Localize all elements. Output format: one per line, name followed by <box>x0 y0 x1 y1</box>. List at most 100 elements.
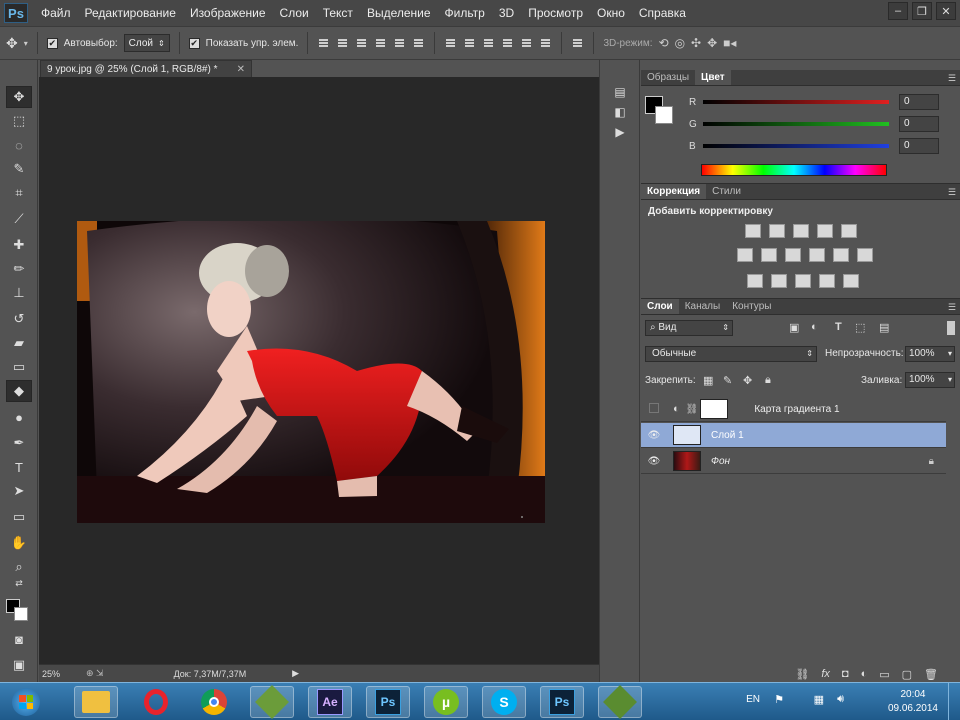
3d-roll-icon[interactable]: ◎ <box>675 36 685 50</box>
tab-adjustments[interactable]: Коррекция <box>641 184 707 199</box>
green-app-icon[interactable] <box>250 685 294 719</box>
layer-row[interactable]: ◐ ⛓ Карта градиента 1 <box>641 397 946 422</box>
system-clock[interactable]: 20:04 09.06.2014 <box>888 688 938 716</box>
menu-filter[interactable]: Фильтр <box>438 0 492 26</box>
trash-icon[interactable]: 🗑︎ <box>924 668 938 681</box>
gradient-map-icon[interactable] <box>819 274 835 288</box>
history-panel-icon[interactable]: ▤ <box>608 82 632 102</box>
new-layer-icon[interactable]: ▢ <box>902 668 912 681</box>
new-group-icon[interactable]: ▭ <box>879 668 889 681</box>
lock-all-icon[interactable]: 🔒︎ <box>765 374 771 387</box>
filter-smart-object-icon[interactable]: ▤ <box>879 321 889 334</box>
panel-menu-icon[interactable]: ☰ <box>948 187 956 198</box>
menu-view[interactable]: Просмотр <box>521 0 590 26</box>
black-white-icon[interactable] <box>785 248 801 262</box>
lock-pixels-icon[interactable]: ✎ <box>723 374 732 387</box>
close-icon[interactable]: ✕ <box>237 64 245 75</box>
menu-file[interactable]: Файл <box>34 0 78 26</box>
filter-adjustment-icon[interactable]: ◐ <box>811 321 818 333</box>
clone-stamp-tool-icon[interactable]: ⊥ <box>6 282 32 304</box>
minimize-button[interactable]: – <box>888 2 908 20</box>
eye-icon[interactable]: 👁︎ <box>641 430 667 441</box>
lasso-tool-icon[interactable]: ◌ <box>6 134 32 156</box>
distribute-hcenter-icon[interactable] <box>520 37 533 50</box>
hand-tool-icon[interactable]: ✋ <box>6 532 32 554</box>
language-indicator[interactable]: EN <box>746 694 760 705</box>
layer-row[interactable]: 👁︎ Фон 🔒︎ <box>641 449 946 474</box>
tab-paths[interactable]: Контуры <box>726 299 777 314</box>
layer-row-selected[interactable]: 👁︎ Слой 1 <box>641 423 946 448</box>
color-lookup-icon[interactable] <box>857 248 873 262</box>
distribute-right-icon[interactable] <box>539 37 552 50</box>
vibrance-icon[interactable] <box>841 224 857 238</box>
show-desktop-button[interactable] <box>948 683 960 720</box>
photoshop-cs-app-icon[interactable]: Ps <box>366 686 410 718</box>
layer-name[interactable]: Карта градиента 1 <box>754 404 839 415</box>
visibility-toggle[interactable] <box>641 402 667 416</box>
brightness-contrast-icon[interactable] <box>745 224 761 238</box>
align-vcenter-icon[interactable] <box>336 37 349 50</box>
chevron-down-icon[interactable]: ▾ <box>24 39 28 48</box>
quick-mask-icon[interactable]: ◙ <box>6 628 32 650</box>
start-button[interactable] <box>4 686 48 718</box>
green-app-2-icon[interactable] <box>598 685 642 719</box>
exposure-icon[interactable] <box>817 224 833 238</box>
close-button[interactable]: ✕ <box>936 2 956 20</box>
healing-brush-tool-icon[interactable]: ✚ <box>6 234 32 256</box>
threshold-icon[interactable] <box>795 274 811 288</box>
red-value[interactable]: 0 <box>899 94 939 110</box>
autoselect-dropdown[interactable]: Слой ⇕ <box>123 34 170 52</box>
eraser-tool-icon[interactable]: ▰ <box>6 332 32 354</box>
tab-layers[interactable]: Слои <box>641 299 679 314</box>
properties-panel-icon[interactable]: ◧ <box>608 102 632 122</box>
tray-flag-icon[interactable]: ⚑ <box>774 693 784 706</box>
zoom-tool-icon[interactable]: ⌕ <box>6 556 32 578</box>
red-slider[interactable] <box>703 100 889 104</box>
align-right-icon[interactable] <box>412 37 425 50</box>
filter-toggle[interactable] <box>947 321 955 335</box>
auto-align-icon[interactable] <box>571 37 584 50</box>
maximize-button[interactable]: ❐ <box>912 2 932 20</box>
lock-transparent-icon[interactable]: ▦ <box>703 374 713 387</box>
layer-name[interactable]: Слой 1 <box>711 430 744 441</box>
menu-edit[interactable]: Редактирование <box>78 0 183 26</box>
tab-color[interactable]: Цвет <box>695 70 731 85</box>
tab-styles[interactable]: Стили <box>706 184 747 199</box>
actions-panel-icon[interactable]: ▶ <box>608 122 632 142</box>
eye-icon[interactable]: 👁︎ <box>641 456 667 467</box>
panel-menu-icon[interactable]: ☰ <box>948 73 956 84</box>
distribute-bottom-icon[interactable] <box>482 37 495 50</box>
blend-mode-dropdown[interactable]: Обычные ⇕ <box>645 346 817 362</box>
swap-colors-icon[interactable]: ⇄ <box>6 576 32 590</box>
fx-icon[interactable]: fx <box>821 668 830 680</box>
opacity-input[interactable]: 100% ▾ <box>905 346 955 362</box>
hue-saturation-icon[interactable] <box>737 248 753 262</box>
dodge-tool-icon[interactable]: ● <box>6 406 32 428</box>
canvas-image[interactable] <box>77 221 545 523</box>
screen-mode-icon[interactable]: ▣ <box>6 654 32 676</box>
invert-icon[interactable] <box>747 274 763 288</box>
distribute-top-icon[interactable] <box>444 37 457 50</box>
selective-color-icon[interactable] <box>843 274 859 288</box>
tab-swatches[interactable]: Образцы <box>641 70 695 85</box>
zoom-level[interactable]: 25% <box>42 669 86 679</box>
photoshop-app-icon[interactable]: Ps <box>540 686 584 718</box>
3d-scale-icon[interactable]: ■◂ <box>723 36 736 50</box>
panel-menu-icon[interactable]: ☰ <box>948 302 956 313</box>
background-color-swatch[interactable] <box>14 607 28 621</box>
channel-mixer-icon[interactable] <box>833 248 849 262</box>
filter-shape-icon[interactable]: ⬚ <box>855 321 865 334</box>
explorer-app-icon[interactable] <box>74 686 118 718</box>
utorrent-app-icon[interactable]: µ <box>424 686 468 718</box>
move-tool-icon[interactable]: ✥ <box>6 86 32 108</box>
path-selection-tool-icon[interactable]: ➤ <box>6 480 32 502</box>
3d-pan-icon[interactable]: ✣ <box>691 36 701 50</box>
show-controls-checkbox[interactable]: ✔ <box>188 37 200 49</box>
align-hcenter-icon[interactable] <box>393 37 406 50</box>
align-left-icon[interactable] <box>374 37 387 50</box>
lock-position-icon[interactable]: ✥ <box>743 374 752 387</box>
3d-rotate-icon[interactable]: ⟲ <box>659 36 669 50</box>
distribute-left-icon[interactable] <box>501 37 514 50</box>
layer-filter-dropdown[interactable]: ⌕ Вид ⇕ <box>645 320 733 336</box>
menu-3d[interactable]: 3D <box>492 0 521 26</box>
